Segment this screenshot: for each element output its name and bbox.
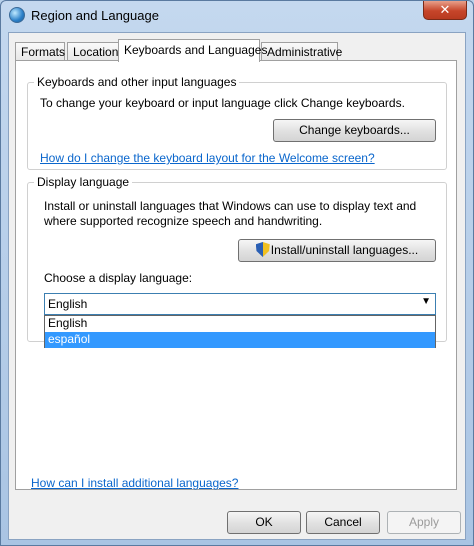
display-description-line2: where supported recognize speech and han…: [44, 214, 323, 228]
tab-administrative[interactable]: Administrative: [261, 42, 342, 61]
region-language-window: Region and Language ✕ Formats Location K…: [0, 0, 474, 546]
globe-icon: [9, 7, 25, 23]
keyboards-group-legend: Keyboards and other input languages: [34, 75, 240, 89]
install-uninstall-label: Install/uninstall languages...: [270, 243, 419, 257]
welcome-screen-layout-link[interactable]: How do I change the keyboard layout for …: [40, 151, 375, 165]
tab-keyboards-and-languages[interactable]: Keyboards and Languages: [118, 39, 267, 62]
apply-button[interactable]: Apply: [387, 511, 461, 534]
install-additional-languages-link[interactable]: How can I install additional languages?: [31, 476, 238, 490]
choose-display-language-label: Choose a display language:: [44, 271, 193, 285]
cancel-button[interactable]: Cancel: [306, 511, 380, 534]
uac-shield-icon: [255, 242, 270, 257]
option-english[interactable]: English: [45, 316, 435, 332]
close-button[interactable]: ✕: [423, 1, 467, 20]
tab-formats[interactable]: Formats: [15, 42, 65, 61]
display-language-select[interactable]: English ▼: [44, 293, 436, 315]
tab-panel: Keyboards and other input languages To c…: [15, 60, 457, 490]
install-uninstall-languages-button[interactable]: Install/uninstall languages...: [238, 239, 436, 262]
tab-location[interactable]: Location: [67, 42, 122, 61]
keyboards-description: To change your keyboard or input languag…: [40, 96, 405, 110]
display-language-dropdown-list: English español: [44, 315, 436, 348]
title-bar[interactable]: Region and Language ✕: [1, 1, 473, 31]
chevron-down-icon[interactable]: ▼: [421, 296, 431, 307]
window-title: Region and Language: [31, 8, 159, 23]
change-keyboards-button[interactable]: Change keyboards...: [273, 119, 436, 142]
ok-button[interactable]: OK: [227, 511, 301, 534]
dialog-client-area: Formats Location Keyboards and Languages…: [8, 32, 466, 540]
display-description-line1: Install or uninstall languages that Wind…: [44, 199, 417, 213]
display-language-selected-value: English: [48, 297, 88, 311]
option-espanol[interactable]: español: [45, 332, 435, 348]
display-language-legend: Display language: [34, 175, 133, 189]
